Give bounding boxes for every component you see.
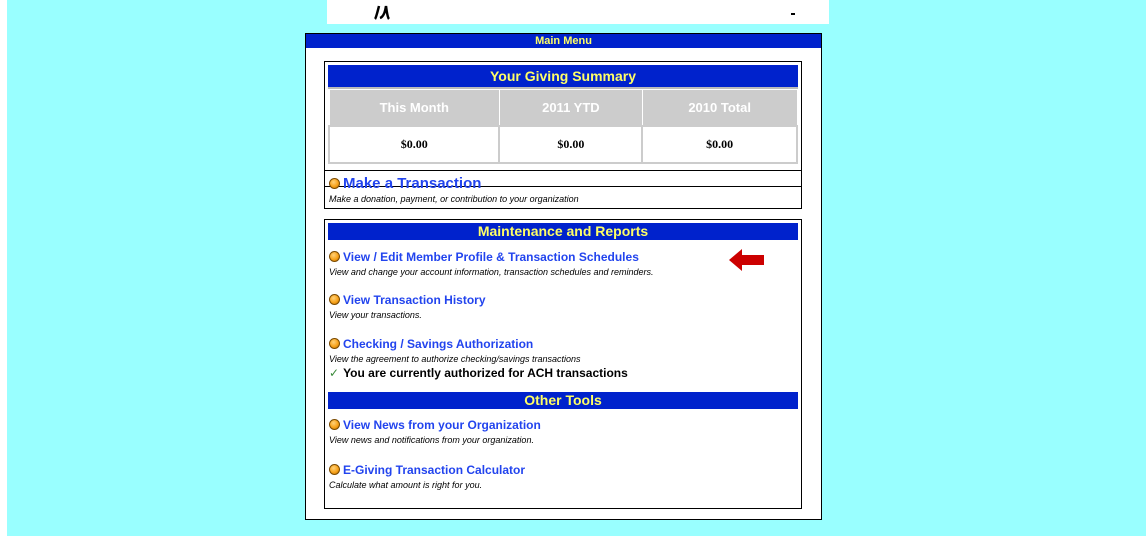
make-transaction-item: Make a Transaction Make a donation, paym…: [329, 175, 579, 204]
check-icon: ✓: [329, 366, 340, 380]
transaction-history-description: View your transactions.: [329, 310, 422, 320]
bullet-icon: [329, 251, 340, 262]
main-menu-title: Main Menu: [306, 34, 821, 48]
list-item: View News from your Organization View ne…: [329, 416, 541, 445]
bullet-icon: [329, 419, 340, 430]
bullet-icon: [329, 178, 340, 189]
edit-profile-link[interactable]: View / Edit Member Profile & Transaction…: [343, 250, 639, 264]
view-news-description: View news and notifications from your or…: [329, 435, 534, 445]
view-news-link[interactable]: View News from your Organization: [343, 418, 541, 432]
authorization-status: ✓ You are currently authorized for ACH tr…: [329, 366, 628, 380]
bullet-icon: [329, 294, 340, 305]
edit-profile-description: View and change your account information…: [329, 267, 654, 277]
red-arrow-icon: [729, 249, 764, 271]
maintenance-title: Maintenance and Reports: [328, 223, 798, 240]
make-transaction-panel: Make a Transaction Make a donation, paym…: [324, 170, 802, 209]
bullet-icon: [329, 338, 340, 349]
list-item: E-Giving Transaction Calculator Calculat…: [329, 461, 525, 490]
column-ytd: 2011 YTD: [498, 89, 643, 127]
list-item: View Transaction History View your trans…: [329, 291, 486, 320]
authorization-status-text: You are currently authorized for ACH tra…: [343, 366, 628, 380]
giving-summary-title: Your Giving Summary: [328, 65, 798, 89]
organization-logo: [327, 0, 829, 24]
giving-calculator-description: Calculate what amount is right for you.: [329, 480, 483, 490]
column-this-month: This Month: [328, 89, 500, 127]
giving-summary-table: This Month 2011 YTD 2010 Total $0.00 $0.…: [327, 89, 798, 164]
list-item: View / Edit Member Profile & Transaction…: [329, 248, 654, 277]
authorization-link[interactable]: Checking / Savings Authorization: [343, 337, 533, 351]
value-prior-total: $0.00: [641, 125, 798, 164]
list-item: Checking / Savings Authorization View th…: [329, 335, 628, 380]
giving-calculator-link[interactable]: E-Giving Transaction Calculator: [343, 463, 525, 477]
main-menu-panel: Main Menu Your Giving Summary This Month…: [305, 33, 822, 520]
column-prior-total: 2010 Total: [641, 89, 798, 127]
other-tools-title: Other Tools: [328, 392, 798, 409]
authorization-description: View the agreement to authorize checking…: [329, 354, 581, 364]
value-ytd: $0.00: [498, 125, 644, 164]
value-this-month: $0.00: [327, 125, 501, 164]
transaction-history-link[interactable]: View Transaction History: [343, 293, 486, 307]
make-transaction-link[interactable]: Make a Transaction: [343, 175, 481, 192]
giving-summary-panel: Your Giving Summary This Month 2011 YTD …: [324, 61, 802, 187]
bullet-icon: [329, 464, 340, 475]
make-transaction-description: Make a donation, payment, or contributio…: [329, 194, 579, 204]
